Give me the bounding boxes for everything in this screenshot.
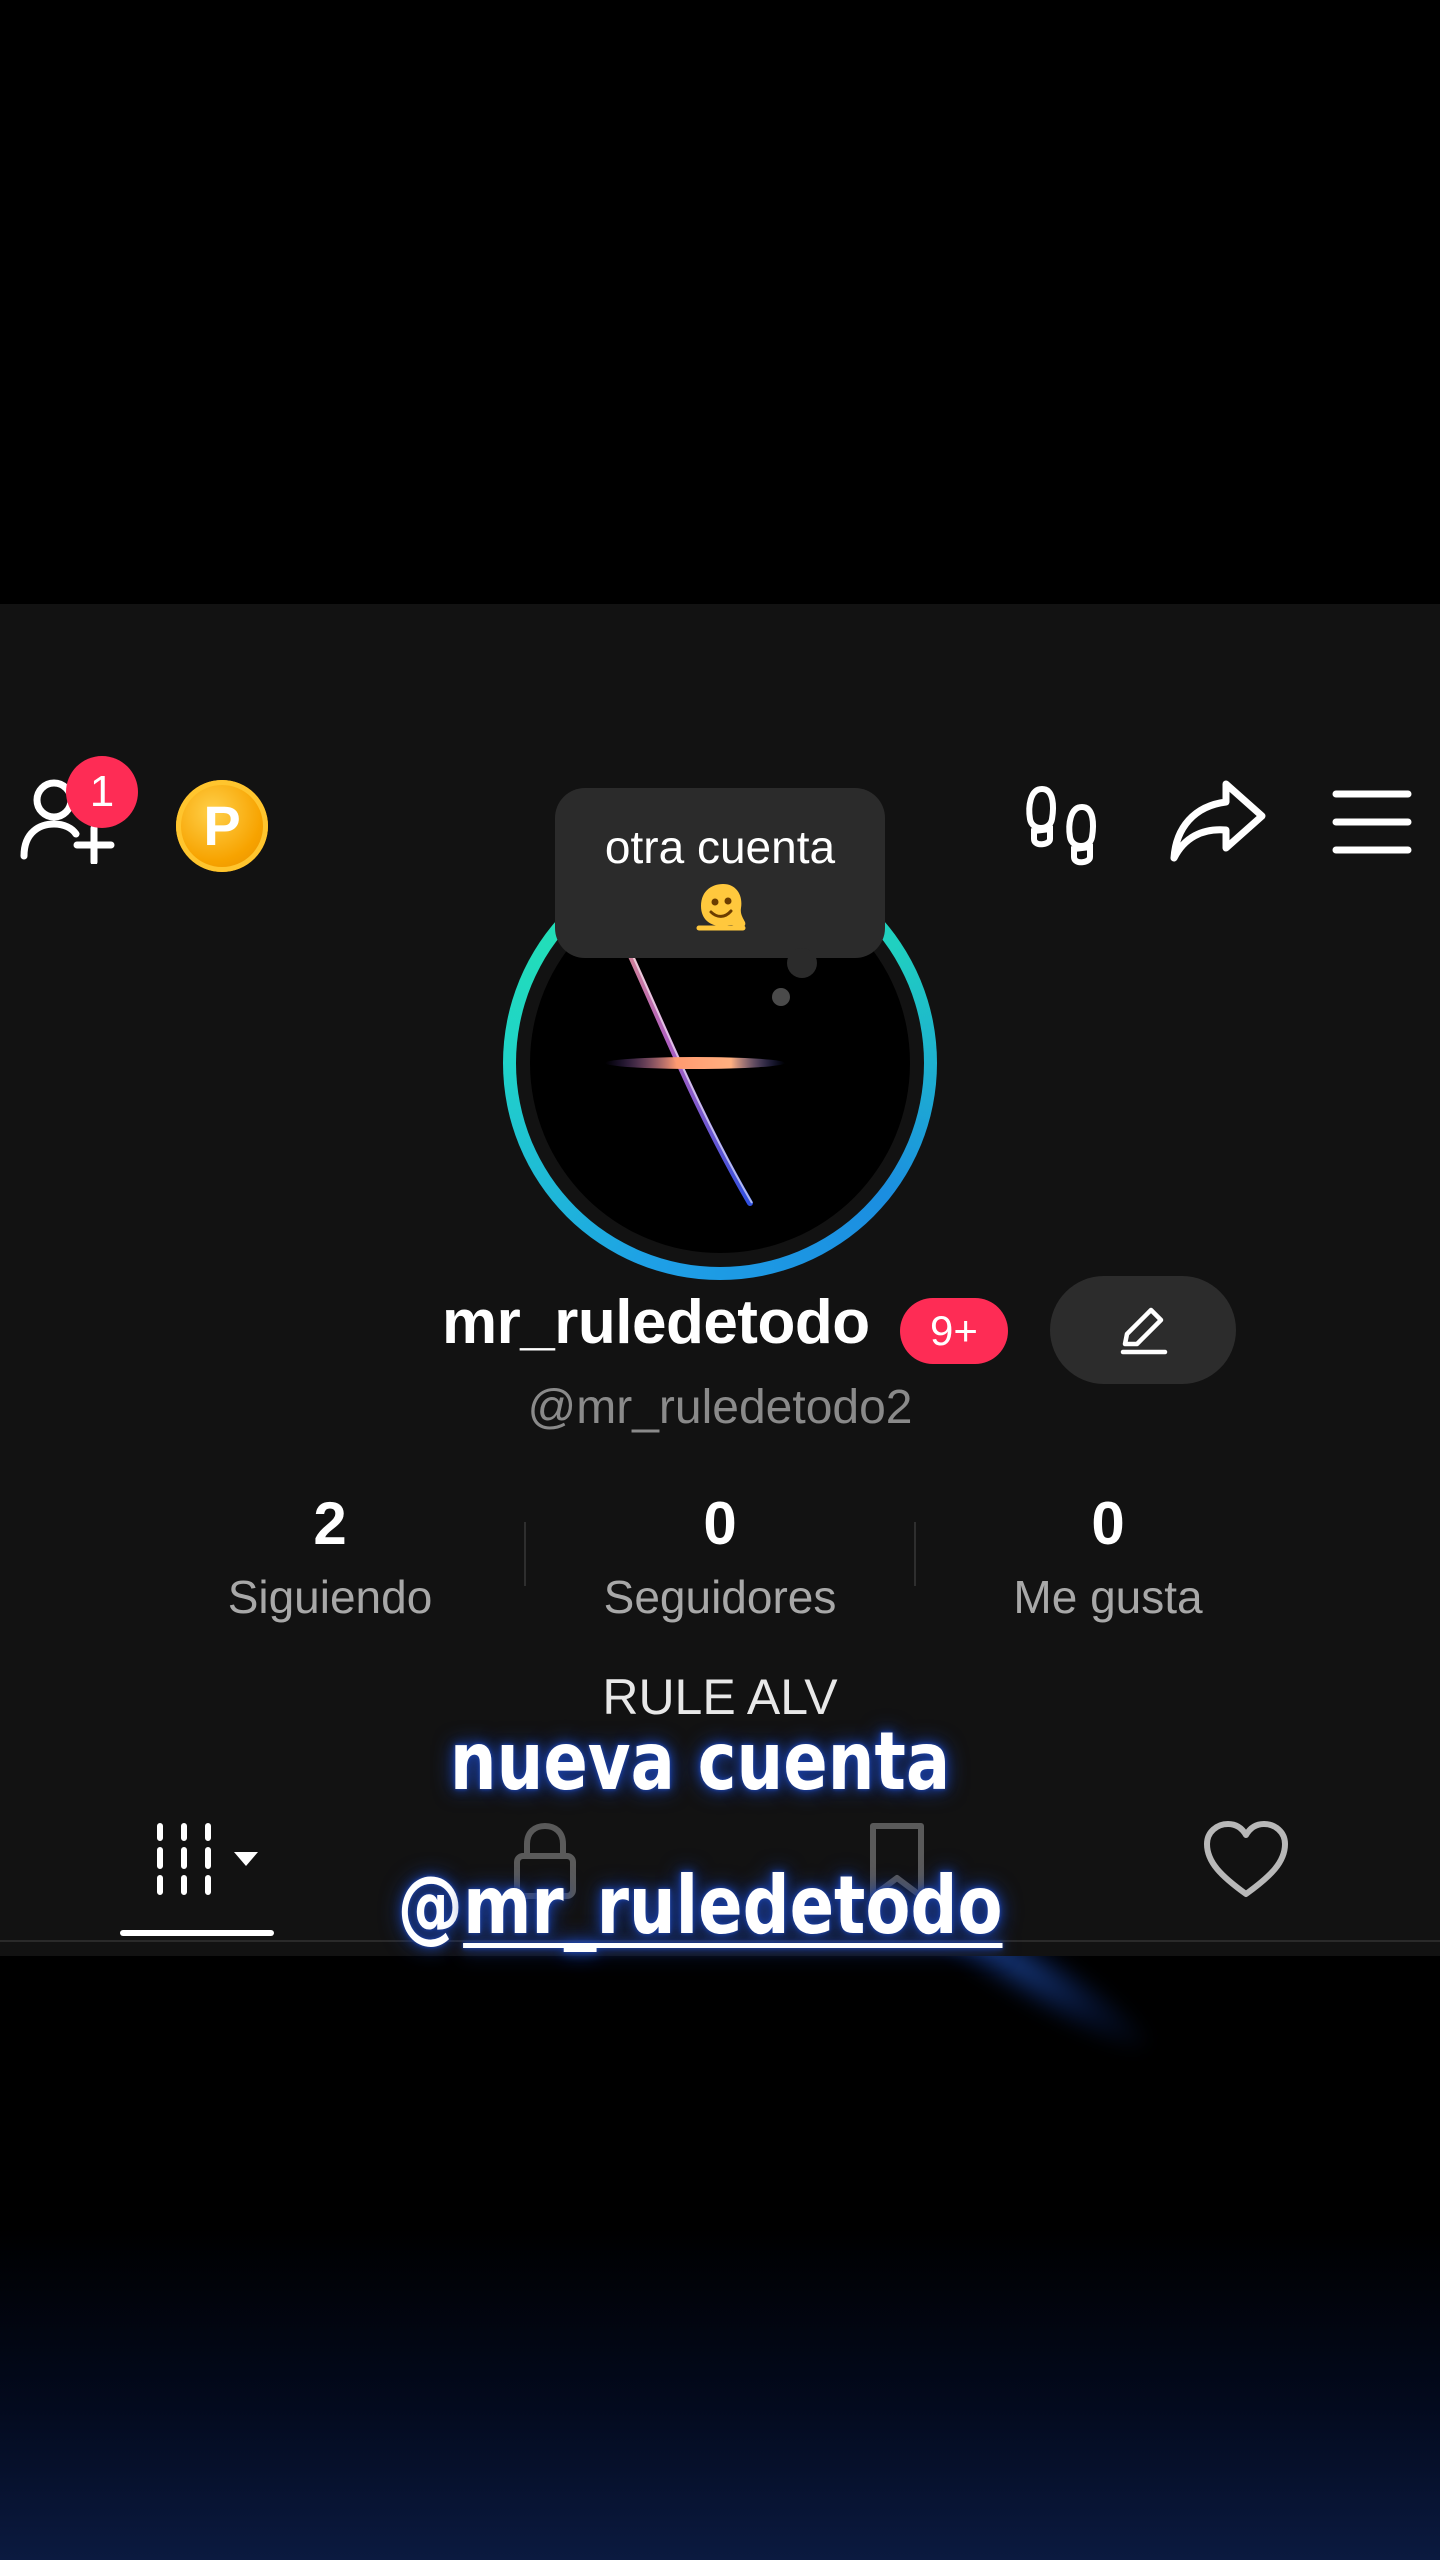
- note-bubble-tail: [787, 948, 817, 978]
- hamburger-menu-icon: [1332, 790, 1412, 854]
- likes-count: 0: [1091, 1490, 1125, 1557]
- coins-button[interactable]: P: [176, 780, 268, 872]
- background-gradient: [0, 1955, 1440, 2560]
- share-arrow-icon: [1170, 780, 1266, 862]
- following-count: 2: [313, 1490, 347, 1557]
- profile-handle: @mr_ruledetodo2: [527, 1381, 913, 1434]
- edit-profile-button[interactable]: [1050, 1276, 1236, 1384]
- caption-handle[interactable]: @mr_ruledetodo: [126, 1866, 1274, 1946]
- followers-label: Seguidores: [603, 1571, 837, 1623]
- friend-requests-badge: 1: [66, 756, 138, 828]
- stat-divider: [524, 1522, 526, 1586]
- caption-mention-link[interactable]: mr_ruledetodo: [463, 1859, 1002, 1952]
- pencil-icon: [1120, 1307, 1168, 1355]
- followers-count: 0: [703, 1490, 737, 1557]
- menu-button[interactable]: [1330, 784, 1414, 860]
- caption-at-sign: @: [397, 1859, 464, 1952]
- stat-following[interactable]: 2 Siguiendo: [180, 1490, 480, 1623]
- tooltip-dot: [772, 988, 790, 1006]
- stat-likes[interactable]: 0 Me gusta: [958, 1490, 1258, 1623]
- notification-count-badge[interactable]: 9+: [900, 1298, 1008, 1364]
- melting-face-emoji-icon: [695, 880, 747, 932]
- note-text: otra cuenta: [604, 821, 836, 873]
- stat-followers[interactable]: 0 Seguidores: [570, 1490, 870, 1623]
- following-label: Siguiendo: [227, 1571, 433, 1623]
- likes-label: Me gusta: [1013, 1571, 1203, 1623]
- caption-new-account: nueva cuenta: [449, 1715, 951, 1808]
- profile-views-button[interactable]: [1020, 779, 1110, 869]
- profile-name: mr_ruledetodo: [442, 1288, 870, 1357]
- share-profile-button[interactable]: [1168, 776, 1268, 866]
- stat-divider: [914, 1522, 916, 1586]
- footprints-icon: [1026, 785, 1096, 866]
- note-bubble[interactable]: otra cuenta: [555, 788, 885, 978]
